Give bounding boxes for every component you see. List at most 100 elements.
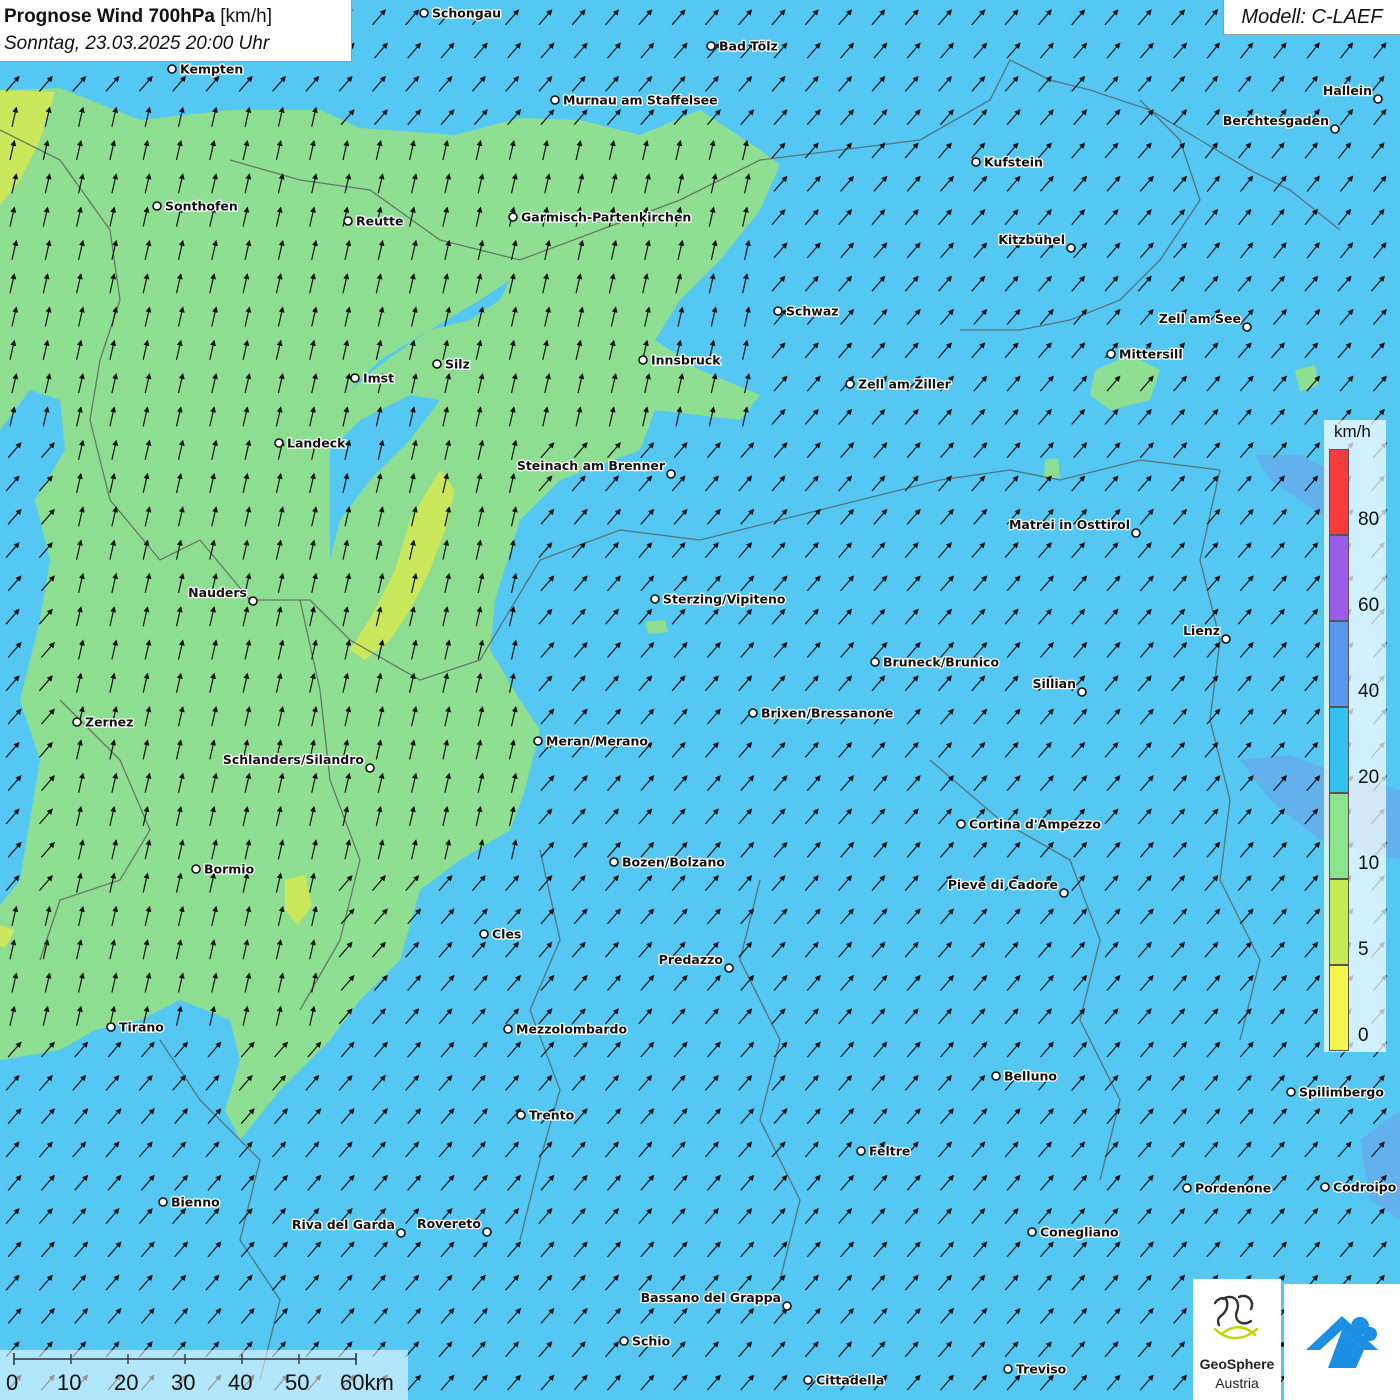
city-marker-icon [803,1375,813,1385]
city-label: Kufstein [984,155,1043,170]
city-label: Hallein [1323,83,1372,98]
city-label: Cittadella [816,1373,884,1388]
city-marker[interactable]: Zell am Ziller [845,375,953,393]
city-marker[interactable]: Cortina d'Ampezzo [956,815,1103,833]
city-label: Sillian [1033,676,1076,691]
city-marker-icon [343,216,353,226]
city-marker[interactable]: Mezzolombardo [503,1020,629,1038]
wind-speed-legend: km/h 80 60 40 20 10 5 0 [1324,420,1386,1052]
city-label: Bruneck/Brunico [883,655,999,670]
city-label: Kempten [180,62,243,77]
city-label: Reutte [356,214,403,229]
geosphere-logo-sub: Austria [1215,1375,1259,1391]
city-marker-icon [365,763,375,773]
city-label: Silz [445,357,470,372]
city-label: Cortina d'Ampezzo [969,817,1101,832]
scale-label: 50 [285,1370,310,1395]
city-label: Steinach am Brenner [517,458,666,473]
city-marker[interactable]: Bozen/Bolzano [609,853,727,871]
city-marker-icon [479,929,489,939]
city-label: Schlanders/Silandro [223,752,365,767]
legend-label: 0 [1358,1025,1369,1046]
city-label: Meran/Merano [546,734,648,749]
forecast-datetime: Sonntag, 23.03.2025 20:00 Uhr [4,33,270,54]
city-marker[interactable]: Mittersill [1106,345,1184,363]
city-label: Cles [492,927,521,942]
city-marker[interactable]: Schongau [419,4,502,22]
legend-label: 20 [1358,767,1380,788]
city-marker-icon [856,1146,866,1156]
city-label: Zell am See [1159,311,1241,326]
city-marker[interactable]: Brixen/Bressanone [748,704,895,722]
city-marker[interactable]: Sonthofen [152,197,239,215]
city-marker-icon [503,1024,513,1034]
city-marker-icon [1077,687,1087,697]
city-marker-icon [991,1071,1001,1081]
scale-label: 20 [114,1370,139,1395]
city-label: Matrei in Osttirol [1009,517,1130,532]
distance-scale-bar: 0 10 20 30 40 50 60km [0,1350,408,1400]
city-marker-icon [773,306,783,316]
map-title-box: Prognose Wind 700hPa [km/h] Sonntag, 23.… [0,0,352,62]
legend-swatch [1329,793,1349,879]
city-label: Belluno [1004,1069,1057,1084]
city-marker-icon [956,819,966,829]
city-marker[interactable]: Conegliano [1027,1223,1120,1241]
city-marker-icon [106,1022,116,1032]
city-marker-icon [432,359,442,369]
city-label: Bozen/Bolzano [622,855,725,870]
city-marker[interactable]: Bruneck/Brunico [870,653,1001,671]
city-marker-icon [152,201,162,211]
city-label: Lienz [1183,623,1220,638]
map-canvas[interactable]: Schongau Bad Tölz Kempten Murnau am Staffel… [0,0,1400,1400]
city-label: Sterzing/Vipiteno [663,592,786,607]
scale-ruler [13,1353,357,1365]
city-marker-icon [482,1227,492,1237]
city-label: Feltre [869,1144,910,1159]
city-label: Trento [529,1108,575,1123]
city-marker-icon [1003,1364,1013,1374]
city-marker-icon [1059,888,1069,898]
city-marker[interactable]: Murnau am Staffelsee [550,91,719,109]
scale-label: 10 [57,1370,82,1395]
city-label: Garmisch-Partenkirchen [521,210,691,225]
city-marker-icon [1027,1227,1037,1237]
city-marker[interactable]: Kempten [167,60,245,78]
city-label: Treviso [1016,1362,1067,1377]
city-marker[interactable]: Codroipo [1320,1178,1398,1196]
city-label: Sonthofen [165,199,238,214]
city-marker[interactable]: Meran/Merano [533,732,650,750]
city-marker-icon [516,1110,526,1120]
geosphere-logo[interactable]: GeoSphere Austria [1193,1279,1281,1400]
city-marker-icon [619,1336,629,1346]
city-label: Murnau am Staffelsee [563,93,718,108]
legend-swatch [1329,535,1349,621]
city-marker-icon [1221,634,1231,644]
city-label: Conegliano [1040,1225,1119,1240]
city-label: Bormio [204,862,255,877]
city-label: Pordenone [1195,1181,1271,1196]
legend-label: 10 [1358,853,1380,874]
city-label: Riva del Garda [292,1217,395,1232]
map-view[interactable]: Schongau Bad Tölz Kempten Murnau am Staffel… [0,0,1400,1400]
city-marker[interactable]: Garmisch-Partenkirchen [508,208,693,226]
city-marker-icon [1242,322,1252,332]
city-label: Tirano [119,1020,164,1035]
city-marker-icon [1182,1183,1192,1193]
city-marker-icon [748,708,758,718]
city-marker-icon [1066,243,1076,253]
city-marker-icon [870,657,880,667]
city-marker[interactable]: Sterzing/Vipiteno [650,590,787,608]
city-marker-icon [191,864,201,874]
city-marker-icon [533,736,543,746]
city-marker-icon [609,857,619,867]
city-marker-icon [971,157,981,167]
city-label: Kitzbühel [998,232,1065,247]
city-marker[interactable]: Pordenone [1182,1179,1273,1197]
city-marker-icon [1373,94,1383,104]
city-marker[interactable]: Spilimbergo [1286,1083,1386,1101]
weather-app-logo[interactable] [1284,1284,1400,1400]
city-marker[interactable]: Innsbruck [638,351,723,369]
city-marker[interactable]: Cittadella [803,1371,886,1389]
legend-swatch [1329,621,1349,707]
